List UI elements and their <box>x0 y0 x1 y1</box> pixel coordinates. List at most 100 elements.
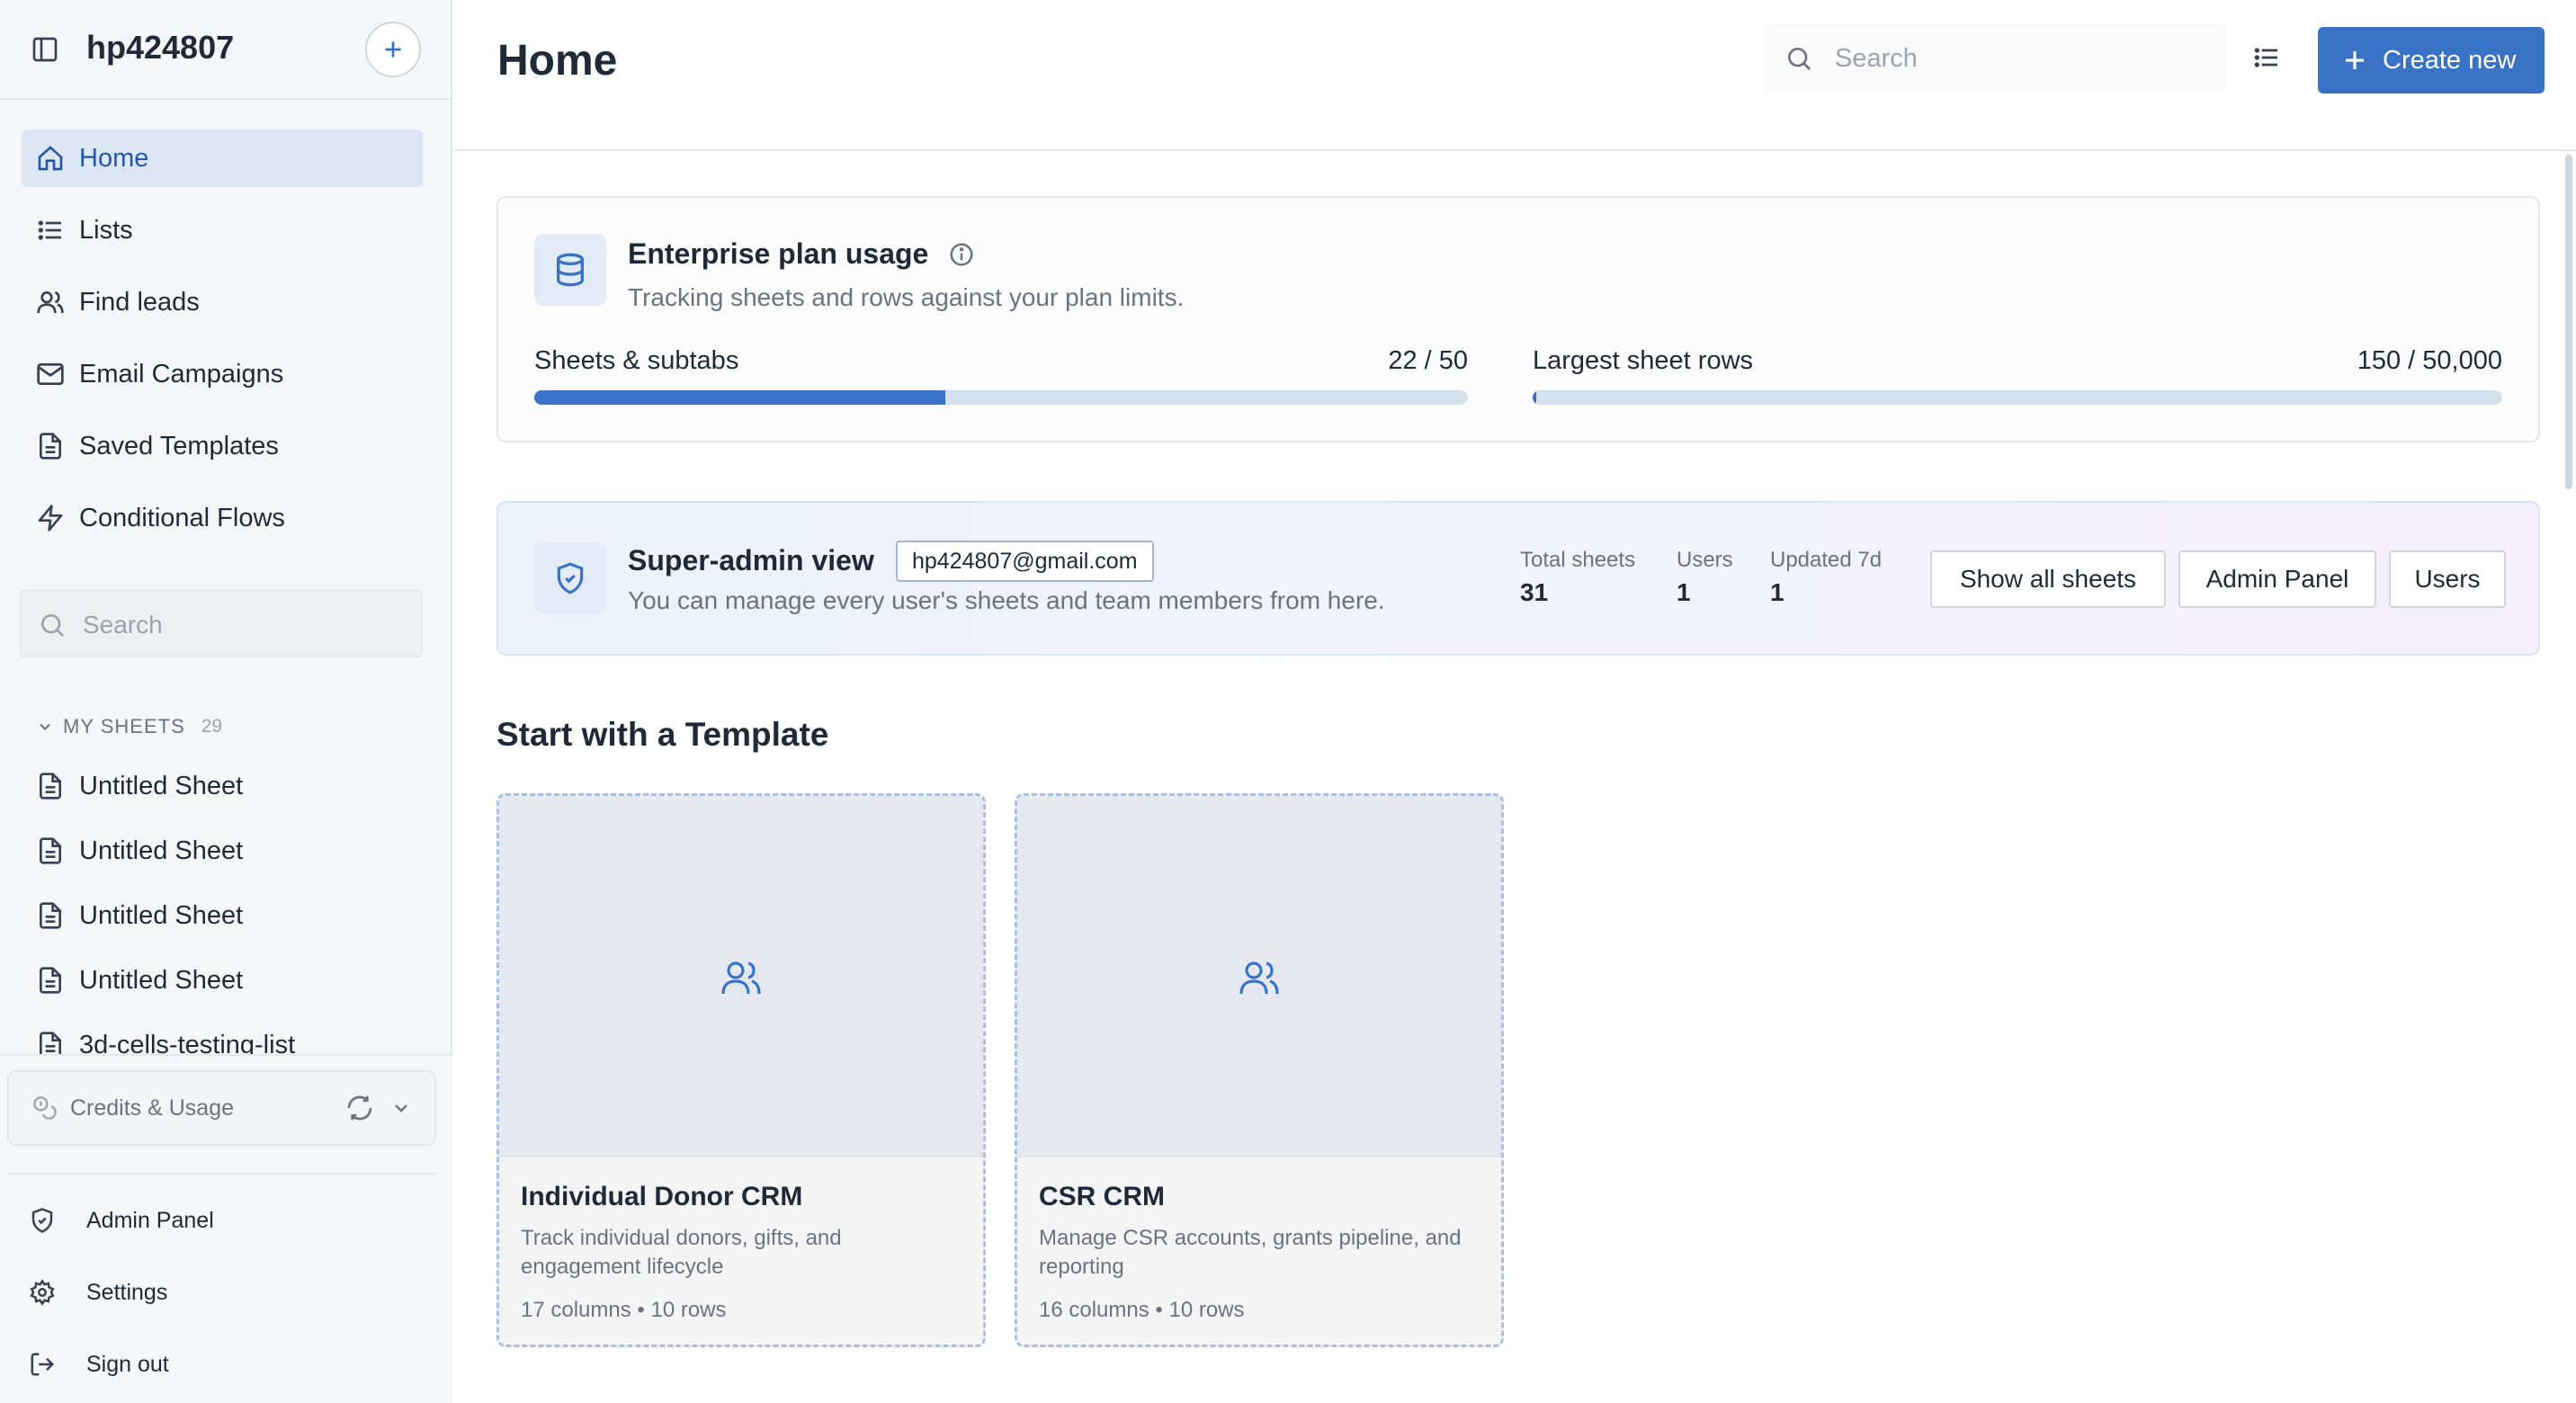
sidebar-search-input[interactable]: Search <box>20 589 423 657</box>
sidebar-item-admin-panel[interactable]: Admin Panel <box>7 1191 436 1248</box>
add-button[interactable] <box>365 22 421 77</box>
sheet-item[interactable]: Untitled Sheet <box>22 889 423 943</box>
meter-value: 150 / 50,000 <box>2357 346 2502 375</box>
list-view-icon[interactable] <box>2252 43 2281 72</box>
sidebar-item-email-campaigns[interactable]: Email Campaigns <box>22 345 423 403</box>
sheets-progress-fill <box>534 390 945 405</box>
sidebar: hp424807 Home Lists Find leads Email Cam… <box>0 0 452 1403</box>
plan-usage-card: Enterprise plan usage Tracking sheets an… <box>496 196 2540 442</box>
file-icon <box>36 432 65 460</box>
template-description: Track individual donors, gifts, and enga… <box>521 1226 842 1279</box>
template-meta: 16 columns • 10 rows <box>1039 1298 1245 1322</box>
template-thumbnail <box>499 796 983 1157</box>
info-icon[interactable] <box>948 241 975 268</box>
template-card[interactable]: Individual Donor CRM Track individual do… <box>496 793 986 1347</box>
create-new-button[interactable]: Create new <box>2318 27 2545 94</box>
search-input[interactable]: Search <box>1763 23 2226 94</box>
stat-label: Updated 7d <box>1770 548 1883 572</box>
rows-progress-track <box>1533 390 2502 405</box>
users-icon <box>1238 956 1281 999</box>
sidebar-item-settings[interactable]: Settings <box>7 1263 436 1320</box>
database-icon <box>534 234 606 306</box>
super-admin-subtitle: You can manage every user's sheets and t… <box>628 586 1385 614</box>
scrollbar[interactable] <box>2565 155 2572 489</box>
file-icon <box>36 836 65 865</box>
sidebar-item-label: Email Campaigns <box>79 360 284 389</box>
sheet-list: Untitled Sheet Untitled Sheet Untitled S… <box>0 755 452 1054</box>
stat-value: 31 <box>1520 578 1549 606</box>
my-sheets-count: 29 <box>201 716 223 737</box>
stat-label: Total sheets <box>1520 548 1636 572</box>
shield-icon <box>29 1207 56 1234</box>
workspace-name: hp424807 <box>86 29 235 66</box>
sheet-name: Untitled Sheet <box>79 836 244 865</box>
admin-panel-button[interactable]: Admin Panel <box>2178 550 2376 608</box>
sidebar-item-saved-templates[interactable]: Saved Templates <box>22 417 423 475</box>
users-button[interactable]: Users <box>2389 550 2506 608</box>
divider <box>7 1173 436 1175</box>
super-admin-card: Super-admin view hp424807@gmail.com You … <box>496 501 2540 656</box>
footer-item-label: Settings <box>86 1280 168 1305</box>
sheet-item[interactable]: Untitled Sheet <box>22 759 423 813</box>
stat-value: 1 <box>1770 578 1784 606</box>
meter-value: 22 / 50 <box>1388 346 1468 375</box>
home-icon <box>36 144 65 173</box>
users-icon <box>720 956 763 999</box>
templates-section-title: Start with a Template <box>496 716 829 753</box>
sheet-item[interactable]: Untitled Sheet <box>22 953 423 1007</box>
sheet-name: Untitled Sheet <box>79 966 244 995</box>
list-icon <box>36 216 65 245</box>
admin-email-badge: hp424807@gmail.com <box>896 541 1154 582</box>
sidebar-item-label: Home <box>79 144 149 173</box>
sidebar-item-label: Lists <box>79 216 133 245</box>
file-icon <box>36 901 65 930</box>
sidebar-toggle-icon[interactable] <box>31 35 59 64</box>
sidebar-item-label: Conditional Flows <box>79 504 285 532</box>
file-icon <box>36 772 65 800</box>
credits-usage-panel[interactable]: Credits & Usage <box>7 1070 436 1146</box>
sidebar-item-find-leads[interactable]: Find leads <box>22 273 423 331</box>
refresh-icon[interactable] <box>345 1094 374 1122</box>
plan-usage-title: Enterprise plan usage <box>628 237 929 270</box>
sidebar-item-lists[interactable]: Lists <box>22 201 423 259</box>
my-sheets-header[interactable]: MY SHEETS 29 <box>36 715 223 737</box>
credits-label: Credits & Usage <box>70 1095 235 1121</box>
sidebar-item-label: Saved Templates <box>79 432 279 460</box>
sidebar-item-label: Find leads <box>79 288 200 317</box>
footer-item-label: Admin Panel <box>86 1208 214 1233</box>
plus-icon <box>2341 47 2368 74</box>
sign-out-icon <box>29 1351 56 1378</box>
users-icon <box>36 288 65 317</box>
sheets-progress-track <box>534 390 1468 405</box>
sheet-item[interactable]: 3d-cells-testing-list <box>22 1018 423 1054</box>
sidebar-item-home[interactable]: Home <box>22 130 423 187</box>
plus-icon <box>385 41 401 58</box>
chevron-down-icon[interactable] <box>390 1097 412 1119</box>
search-placeholder: Search <box>1835 44 1918 73</box>
search-placeholder: Search <box>83 611 163 639</box>
sidebar-item-sign-out[interactable]: Sign out <box>7 1335 436 1392</box>
search-icon <box>1784 44 1813 73</box>
stat-label: Users <box>1677 548 1733 572</box>
sheet-name: Untitled Sheet <box>79 901 244 930</box>
template-name: Individual Donor CRM <box>521 1182 803 1211</box>
sidebar-item-conditional-flows[interactable]: Conditional Flows <box>22 489 423 547</box>
sheet-item[interactable]: Untitled Sheet <box>22 824 423 878</box>
page-title: Home <box>497 37 618 85</box>
coins-icon <box>32 1095 58 1121</box>
show-all-sheets-button[interactable]: Show all sheets <box>1930 550 2166 608</box>
bolt-icon <box>36 504 65 532</box>
sidebar-footer: Credits & Usage Admin Panel Settings Sig… <box>0 1054 452 1403</box>
plan-usage-subtitle: Tracking sheets and rows against your pl… <box>628 283 1185 311</box>
meter-label: Sheets & subtabs <box>534 346 739 375</box>
stat-value: 1 <box>1677 578 1691 606</box>
file-icon <box>36 966 65 995</box>
sheet-name: 3d-cells-testing-list <box>79 1031 296 1054</box>
create-new-label: Create new <box>2383 46 2517 75</box>
gear-icon <box>29 1279 56 1306</box>
top-bar: Home Search Create new <box>454 0 2576 151</box>
footer-item-label: Sign out <box>86 1352 169 1377</box>
search-icon <box>38 611 67 639</box>
template-card[interactable]: CSR CRM Manage CSR accounts, grants pipe… <box>1015 793 1504 1347</box>
mail-icon <box>36 360 65 389</box>
